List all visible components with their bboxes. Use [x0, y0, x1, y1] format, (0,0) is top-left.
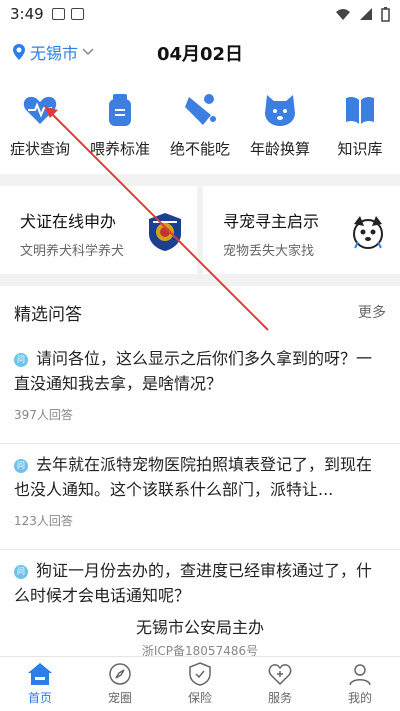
- top-header: 无锡市 04月02日: [0, 28, 400, 78]
- feature-never-eat[interactable]: 绝不能吃: [160, 78, 240, 174]
- image-notification-icon: [51, 8, 65, 20]
- question-tag-icon: 问: [14, 565, 28, 579]
- heart-plus-icon: [268, 664, 292, 686]
- service-cards: 犬证在线申办 文明养犬科学养犬 寻宠寻主启示 宠物丢失大家找: [0, 186, 400, 274]
- qa-item[interactable]: 问请问各位，这么显示之后你们多久拿到的呀？一直没通知我去拿，是啥情况？ 397人…: [0, 338, 400, 444]
- chevron-down-icon: [82, 48, 94, 56]
- home-icon: [28, 663, 52, 685]
- feature-feeding-standard[interactable]: 喂养标准: [80, 78, 160, 174]
- tab-label: 首页: [27, 691, 52, 705]
- question-text: 请问各位，这么显示之后你们多久拿到的呀？一直没通知我去拿，是啥情况？: [14, 349, 373, 393]
- qa-item[interactable]: 问去年就在派特宠物医院拍照填表登记了，到现在也没人通知。这个该联系什么部门，派特…: [0, 444, 400, 550]
- book-icon: [346, 96, 374, 124]
- featured-qa-section: 精选问答 更多 问请问各位，这么显示之后你们多久拿到的呀？一直没通知我去拿，是啥…: [0, 286, 400, 656]
- police-badge-icon: [149, 213, 181, 251]
- tab-label: 我的: [347, 691, 372, 705]
- feature-knowledge-base[interactable]: 知识库: [320, 78, 400, 174]
- bottom-tab-bar: 首页 宠圈 保险 服务 我的: [0, 656, 400, 711]
- feature-label: 知识库: [337, 140, 383, 158]
- footer-info: 无锡市公安局主办 浙ICP备18057486号: [0, 604, 400, 658]
- user-icon: [349, 664, 371, 686]
- feature-icon-row: 症状查询 喂养标准 绝不能吃 年龄换算 知识库: [0, 78, 400, 174]
- lost-dog-icon: [353, 216, 383, 249]
- compass-icon: [109, 663, 131, 685]
- tab-label: 宠圈: [107, 691, 132, 705]
- qa-title: 精选问答: [14, 304, 82, 325]
- no-eat-icon: [185, 94, 216, 125]
- qa-header: 精选问答 更多: [0, 286, 400, 338]
- feature-label: 喂养标准: [89, 140, 150, 158]
- footer-organizer: 无锡市公安局主办: [135, 618, 264, 637]
- status-time: 3:49: [10, 5, 44, 23]
- shield-icon: [189, 662, 211, 686]
- feature-age-conversion[interactable]: 年龄换算: [240, 78, 320, 174]
- question-tag-icon: 问: [14, 353, 28, 367]
- question-tag-icon: 问: [14, 459, 28, 473]
- battery-icon: [381, 6, 390, 22]
- tab-label: 服务: [267, 691, 292, 705]
- feature-label: 症状查询: [9, 140, 70, 158]
- feature-label: 年龄换算: [249, 140, 310, 158]
- tab-profile[interactable]: 我的: [320, 657, 400, 711]
- tab-home[interactable]: 首页: [0, 657, 80, 711]
- tab-pet-circle[interactable]: 宠圈: [80, 657, 160, 711]
- tab-label: 保险: [187, 691, 212, 705]
- signal-icon: [360, 8, 372, 20]
- wifi-icon: [336, 9, 350, 20]
- feature-symptom-query[interactable]: 症状查询: [0, 78, 80, 174]
- qa-more-link[interactable]: 更多: [358, 302, 386, 322]
- answer-count: 397人回答: [14, 408, 73, 422]
- tab-service[interactable]: 服务: [240, 657, 320, 711]
- location-label: 无锡市: [30, 44, 79, 63]
- card-lost-pet[interactable]: 寻宠寻主启示 宠物丢失大家找: [203, 186, 400, 274]
- heart-pulse-icon: [23, 96, 57, 124]
- feature-label: 绝不能吃: [169, 140, 230, 158]
- dog-face-icon: [265, 95, 295, 126]
- tab-insurance[interactable]: 保险: [160, 657, 240, 711]
- answer-count: 123人回答: [14, 514, 73, 528]
- status-bar: 3:49: [0, 0, 400, 28]
- question-text: 去年就在派特宠物医院拍照填表登记了，到现在也没人通知。这个该联系什么部门，派特让…: [14, 455, 373, 499]
- a-notification-icon: [70, 8, 84, 20]
- question-text: 狗证一月份去办的，查进度已经审核通过了，什么时候才会电话通知呢？: [14, 561, 373, 605]
- food-bag-icon: [109, 94, 131, 126]
- card-dog-license[interactable]: 犬证在线申办 文明养犬科学养犬: [0, 186, 197, 274]
- location-pin-icon: [13, 44, 25, 60]
- location-selector[interactable]: 无锡市: [12, 40, 94, 64]
